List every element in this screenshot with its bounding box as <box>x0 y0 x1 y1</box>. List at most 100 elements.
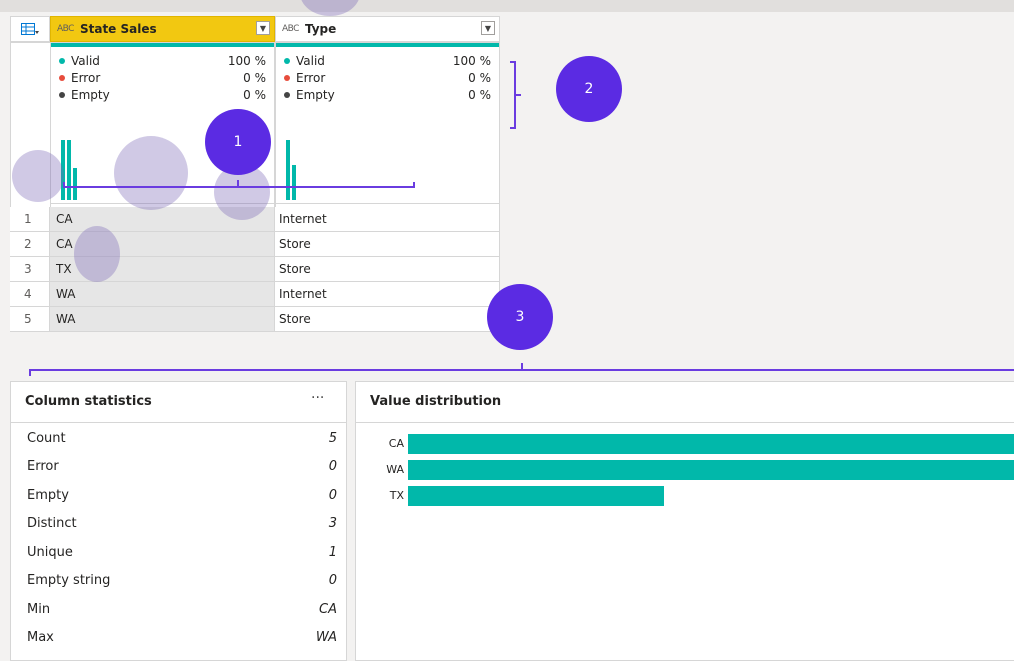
stat-error: Error 0 <box>27 452 337 480</box>
distribution-bar[interactable] <box>408 486 665 506</box>
stat-max: Max WA <box>27 623 337 651</box>
quality-empty: Empty 0 % <box>284 87 491 103</box>
stat-value: 1 <box>328 544 337 560</box>
empty-dot-icon <box>284 92 290 98</box>
text-type-icon: ABC <box>282 24 299 34</box>
quality-label: Error <box>71 71 101 85</box>
annotation-bracket-1 <box>63 186 415 188</box>
decorative-circle <box>300 0 360 16</box>
stat-label: Count <box>27 430 66 446</box>
quality-label: Valid <box>71 54 100 68</box>
row-number: 3 <box>10 257 50 282</box>
chevron-down-icon[interactable]: ▼ <box>256 21 270 35</box>
annotation-bracket-2-tick <box>510 61 516 63</box>
text-type-icon: ABC <box>57 24 74 34</box>
stat-distinct: Distinct 3 <box>27 509 337 537</box>
empty-dot-icon <box>59 92 65 98</box>
quality-value: 0 % <box>468 71 491 85</box>
stat-empty: Empty 0 <box>27 481 337 509</box>
distribution-label: TX <box>389 489 404 502</box>
table-cell[interactable]: Store <box>275 232 500 257</box>
stat-value: 0 <box>328 458 337 474</box>
stat-label: Empty <box>27 487 69 503</box>
row-number: 1 <box>10 207 50 232</box>
distribution-chart: CA WA TX <box>356 424 1014 524</box>
error-dot-icon <box>284 75 290 81</box>
quality-value: 100 % <box>227 54 266 68</box>
column-statistics-panel: Column statistics ··· Count 5 Error 0 Empt… <box>10 381 347 661</box>
table-cell[interactable]: Internet <box>275 282 500 307</box>
histogram-bar[interactable] <box>73 168 77 200</box>
quality-label: Error <box>296 71 326 85</box>
annotation-bracket-3-tick <box>29 369 31 376</box>
stat-empty-string: Empty string 0 <box>27 566 337 594</box>
value-distribution-panel: Value distribution CA WA TX <box>355 381 1014 661</box>
stat-label: Distinct <box>27 515 77 531</box>
decorative-circle <box>12 150 64 202</box>
distribution-label: WA <box>386 463 404 476</box>
decorative-circle <box>74 226 120 282</box>
quality-label: Empty <box>71 88 110 102</box>
table-cell[interactable]: WA <box>50 307 275 332</box>
row-number: 5 <box>10 307 50 332</box>
annotation-bracket-1-tick <box>237 180 239 186</box>
table-icon <box>21 23 39 35</box>
annotation-bracket-3 <box>29 369 1014 371</box>
stat-value: 5 <box>328 430 337 446</box>
table-cell[interactable]: Store <box>275 307 500 332</box>
decorative-circle <box>114 136 188 210</box>
panel-title: Value distribution <box>370 394 502 409</box>
quality-label: Valid <box>296 54 325 68</box>
stat-label: Empty string <box>27 572 111 588</box>
annotation-bracket-1-tick <box>413 182 415 188</box>
quality-label: Empty <box>296 88 335 102</box>
quality-error: Error 0 % <box>59 70 266 86</box>
annotation-bracket-3-tick <box>521 363 523 369</box>
quality-value: 0 % <box>243 88 266 102</box>
row-number: 4 <box>10 282 50 307</box>
quality-value: 0 % <box>468 88 491 102</box>
histogram-bar[interactable] <box>67 140 71 200</box>
quality-bar <box>276 43 499 47</box>
table-cell[interactable]: Store <box>275 257 500 282</box>
stat-value: 0 <box>328 572 337 588</box>
top-strip <box>0 0 1014 12</box>
stat-value: 0 <box>328 487 337 503</box>
table-menu-button[interactable] <box>10 16 50 42</box>
stat-label: Unique <box>27 544 73 560</box>
column-name: Type <box>304 22 337 36</box>
column-header-state-sales[interactable]: ABC State Sales ▼ <box>50 16 275 42</box>
stat-value: 3 <box>328 515 337 531</box>
histogram-bar[interactable] <box>292 165 296 200</box>
divider <box>11 422 346 423</box>
stat-label: Min <box>27 601 51 617</box>
quality-valid: Valid 100 % <box>59 53 266 69</box>
annotation-badge-1: 1 <box>205 109 271 175</box>
annotation-bracket-2-tick <box>516 94 521 96</box>
valid-dot-icon <box>59 58 65 64</box>
stat-min: Min CA <box>27 595 337 623</box>
distribution-bar[interactable] <box>408 460 1014 480</box>
annotation-badge-3: 3 <box>487 284 553 350</box>
panel-title: Column statistics <box>25 394 152 409</box>
annotation-bracket-1-tick <box>63 182 65 188</box>
more-options-icon[interactable]: ··· <box>311 390 324 406</box>
quality-bar <box>51 43 274 47</box>
distribution-bar[interactable] <box>408 434 1014 454</box>
annotation-bracket-2-tick <box>510 127 516 129</box>
histogram-bar[interactable] <box>286 140 290 200</box>
column-name: State Sales <box>79 22 157 36</box>
quality-empty: Empty 0 % <box>59 87 266 103</box>
chevron-down-icon[interactable]: ▼ <box>481 21 495 35</box>
stat-value: WA <box>315 629 337 645</box>
distribution-histogram <box>280 140 320 200</box>
stat-unique: Unique 1 <box>27 538 337 566</box>
column-header-type[interactable]: ABC Type ▼ <box>275 16 500 42</box>
divider <box>356 422 1014 423</box>
table-cell[interactable]: WA <box>50 282 275 307</box>
annotation-badge-2: 2 <box>556 56 622 122</box>
table-cell[interactable]: Internet <box>275 207 500 232</box>
quality-valid: Valid 100 % <box>284 53 491 69</box>
quality-value: 100 % <box>452 54 491 68</box>
error-dot-icon <box>59 75 65 81</box>
